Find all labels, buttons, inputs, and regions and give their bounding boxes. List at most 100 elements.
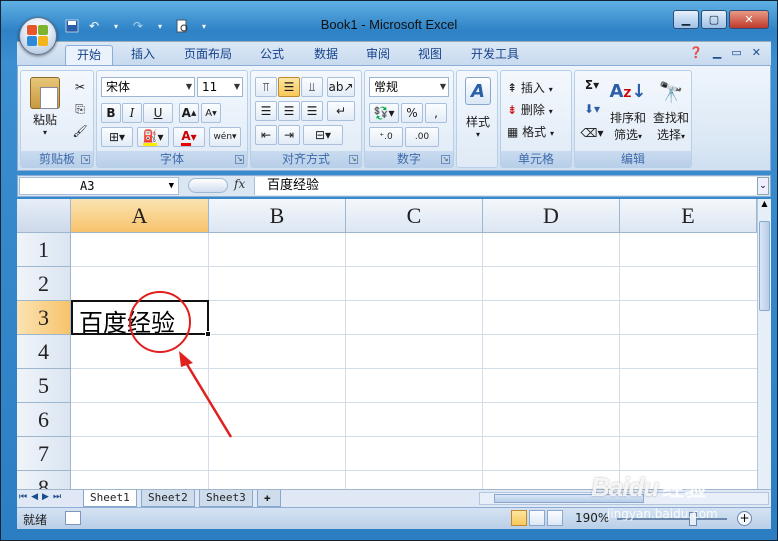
office-button[interactable] bbox=[19, 17, 57, 55]
autosum-icon[interactable]: Σ▾ bbox=[579, 75, 605, 95]
tab-developer[interactable]: 开发工具 bbox=[463, 45, 527, 66]
row-header-3[interactable]: 3 bbox=[17, 301, 71, 335]
name-box[interactable]: A3 ▼ bbox=[19, 177, 179, 195]
delete-cells-button[interactable]: ⇟ 删除 ▾ bbox=[507, 101, 553, 118]
column-header-d[interactable]: D bbox=[483, 199, 620, 233]
active-cell-a3[interactable] bbox=[71, 300, 211, 337]
close-button[interactable]: ✕ bbox=[729, 10, 769, 29]
cut-icon[interactable]: ✂ bbox=[71, 77, 89, 97]
column-header-b[interactable]: B bbox=[209, 199, 346, 233]
insert-sheet-icon[interactable]: ✚ bbox=[257, 490, 281, 507]
row-header-6[interactable]: 6 bbox=[17, 403, 71, 437]
align-center-icon[interactable]: ☰ bbox=[278, 101, 300, 121]
align-right-icon[interactable]: ☰ bbox=[301, 101, 323, 121]
sheet-tab-sheet3[interactable]: Sheet3 bbox=[199, 490, 253, 507]
row-header-7[interactable]: 7 bbox=[17, 437, 71, 471]
fill-handle[interactable] bbox=[205, 331, 211, 337]
tab-page-layout[interactable]: 页面布局 bbox=[179, 45, 237, 66]
macro-record-icon[interactable] bbox=[65, 511, 81, 525]
styles-button[interactable]: A 样式 ▾ bbox=[461, 77, 495, 139]
clear-icon[interactable]: ⌫▾ bbox=[579, 123, 605, 143]
minimize-button[interactable]: ▁ bbox=[673, 10, 699, 29]
insert-function-icon[interactable]: fx bbox=[234, 177, 245, 191]
row-header-1[interactable]: 1 bbox=[17, 233, 71, 267]
percent-button[interactable]: % bbox=[401, 103, 423, 123]
find-select-button[interactable]: 🔭 查找和 选择▾ bbox=[651, 75, 691, 143]
align-middle-icon[interactable]: ☰ bbox=[278, 77, 300, 97]
align-bottom-icon[interactable]: ⫫ bbox=[301, 77, 323, 97]
borders-icon[interactable]: ⊞▾ bbox=[101, 127, 133, 147]
increase-decimal-icon[interactable]: ⁺.0 bbox=[369, 127, 403, 147]
column-header-a[interactable]: A bbox=[71, 199, 209, 233]
insert-cells-button[interactable]: ⇞ 插入 ▾ bbox=[507, 79, 553, 96]
grow-font-icon[interactable]: A ▲ bbox=[179, 103, 199, 123]
italic-button[interactable]: I bbox=[122, 103, 142, 123]
paste-dropdown-icon[interactable]: ▾ bbox=[25, 128, 65, 137]
formula-bar-resize-handle[interactable] bbox=[188, 178, 228, 193]
paste-button[interactable]: 粘贴 ▾ bbox=[25, 77, 65, 137]
tab-insert[interactable]: 插入 bbox=[121, 45, 165, 66]
page-layout-view-icon[interactable] bbox=[529, 510, 545, 526]
tab-home[interactable]: 开始 bbox=[65, 45, 113, 66]
formula-input[interactable]: 百度经验 bbox=[254, 177, 758, 195]
format-painter-icon[interactable]: 🖌 bbox=[71, 121, 89, 141]
page-break-view-icon[interactable] bbox=[547, 510, 563, 526]
bold-button[interactable]: B bbox=[101, 103, 121, 123]
help-icon[interactable]: ❓ bbox=[689, 46, 703, 59]
row-header-5[interactable]: 5 bbox=[17, 369, 71, 403]
select-all-corner[interactable] bbox=[17, 199, 71, 233]
sheet-tab-sheet1[interactable]: Sheet1 bbox=[83, 490, 137, 507]
align-left-icon[interactable]: ☰ bbox=[255, 101, 277, 121]
font-size-combo[interactable]: 11 ▼ bbox=[197, 77, 243, 97]
number-launcher-icon[interactable]: ↘ bbox=[441, 155, 450, 164]
ribbon-restore-icon[interactable]: ▭ bbox=[731, 46, 741, 59]
tab-formulas[interactable]: 公式 bbox=[253, 45, 291, 66]
tab-view[interactable]: 视图 bbox=[411, 45, 449, 66]
next-sheet-icon[interactable]: ▶ bbox=[42, 492, 49, 502]
scroll-up-icon[interactable]: ▲ bbox=[758, 199, 771, 213]
clipboard-launcher-icon[interactable]: ↘ bbox=[81, 155, 90, 164]
zoom-in-icon[interactable]: + bbox=[737, 511, 752, 526]
prev-sheet-icon[interactable]: ◀ bbox=[31, 492, 38, 502]
alignment-launcher-icon[interactable]: ↘ bbox=[349, 155, 358, 164]
row-header-2[interactable]: 2 bbox=[17, 267, 71, 301]
fill-color-icon[interactable]: ⛽ ▾ bbox=[137, 127, 169, 147]
underline-button[interactable]: U bbox=[143, 103, 173, 123]
row-header-8[interactable]: 8 bbox=[17, 471, 71, 489]
row-header-4[interactable]: 4 bbox=[17, 335, 71, 369]
decrease-decimal-icon[interactable]: .00 bbox=[405, 127, 439, 147]
comma-button[interactable]: , bbox=[425, 103, 447, 123]
align-top-icon[interactable]: ⫪ bbox=[255, 77, 277, 97]
expand-formula-bar-icon[interactable]: ⌄ bbox=[757, 177, 769, 195]
ribbon-minimize-icon[interactable]: ▁ bbox=[713, 46, 721, 59]
copy-icon[interactable]: ⎘ bbox=[71, 99, 89, 119]
vertical-scrollbar[interactable]: ▲ bbox=[757, 199, 771, 489]
column-header-c[interactable]: C bbox=[346, 199, 483, 233]
wrap-text-icon[interactable]: ↵ bbox=[327, 101, 355, 121]
tab-data[interactable]: 数据 bbox=[307, 45, 345, 66]
increase-indent-icon[interactable]: ⇥ bbox=[278, 125, 300, 145]
shrink-font-icon[interactable]: A ▼ bbox=[201, 103, 221, 123]
maximize-button[interactable]: ▢ bbox=[701, 10, 727, 29]
normal-view-icon[interactable] bbox=[511, 510, 527, 526]
sort-filter-button[interactable]: AZ↓ 排序和 筛选▾ bbox=[607, 75, 649, 143]
first-sheet-icon[interactable]: ⏮ bbox=[19, 492, 27, 502]
last-sheet-icon[interactable]: ⏭ bbox=[53, 492, 61, 502]
font-launcher-icon[interactable]: ↘ bbox=[235, 155, 244, 164]
merge-center-icon[interactable]: ⊟▾ bbox=[303, 125, 343, 145]
decrease-indent-icon[interactable]: ⇤ bbox=[255, 125, 277, 145]
ribbon-close-icon[interactable]: ✕ bbox=[752, 46, 761, 59]
tab-review[interactable]: 审阅 bbox=[359, 45, 397, 66]
currency-icon[interactable]: 💱▾ bbox=[369, 103, 399, 123]
font-name-combo[interactable]: 宋体 ▼ bbox=[101, 77, 195, 97]
phonetic-icon[interactable]: wén▾ bbox=[209, 127, 241, 147]
column-header-e[interactable]: E bbox=[620, 199, 757, 233]
font-color-icon[interactable]: A ▾ bbox=[173, 127, 205, 147]
sheet-tab-sheet2[interactable]: Sheet2 bbox=[141, 490, 195, 507]
number-format-combo[interactable]: 常规 ▼ bbox=[369, 77, 449, 97]
fill-icon[interactable]: ⬇▾ bbox=[579, 99, 605, 119]
format-cells-button[interactable]: ▦ 格式 ▾ bbox=[507, 123, 554, 140]
orientation-icon[interactable]: ab↗ bbox=[327, 77, 355, 97]
zoom-level[interactable]: 190% bbox=[575, 511, 609, 525]
vertical-scroll-thumb[interactable] bbox=[759, 221, 770, 311]
